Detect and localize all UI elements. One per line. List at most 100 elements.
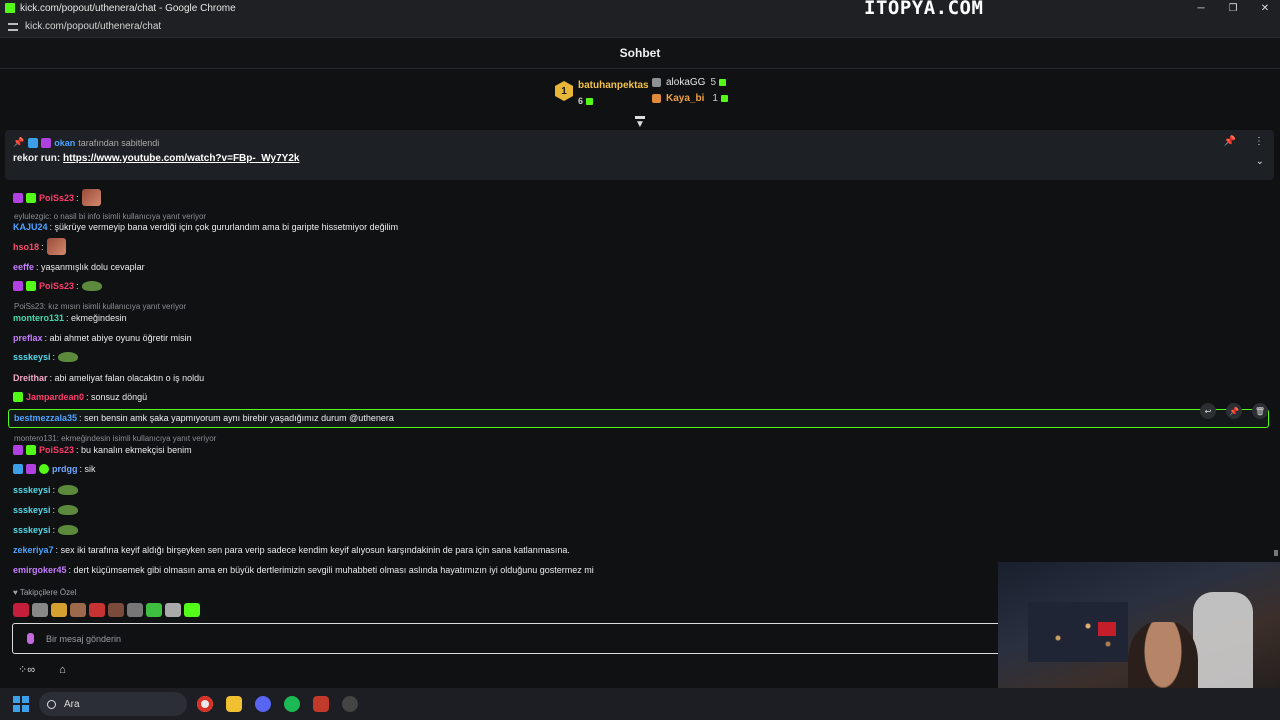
pin-message-icon[interactable]: 📌 (1226, 403, 1242, 419)
chat-input[interactable] (46, 633, 946, 644)
chat-username[interactable]: bestmezzala35 (14, 413, 77, 423)
emote-icon[interactable] (108, 603, 124, 617)
leaderboard-second[interactable]: alokaGG 5 (652, 77, 727, 88)
chat-username[interactable]: hso18 (13, 242, 39, 252)
pin-icon: 📌 (13, 137, 25, 147)
chat-username[interactable]: Jampardean0 (26, 392, 84, 402)
chat-username[interactable]: Dreithar (13, 373, 48, 383)
chat-username[interactable]: ssskeysi (13, 505, 51, 515)
chat-message[interactable]: Dreithar: abi ameliyat falan olacaktın o… (13, 373, 204, 383)
emote-image (46, 238, 66, 255)
expand-leaderboard-icon[interactable]: ▬ ▼ (634, 112, 646, 130)
chat-message[interactable]: emirgoker45: dert küçümsemek gibi olması… (13, 565, 594, 575)
turkish-flag (1098, 622, 1116, 636)
sub-badge-icon (26, 464, 36, 474)
quick-emote-icon[interactable]: ⁘∞ (18, 663, 35, 676)
unpin-icon[interactable]: 📌 (1224, 136, 1236, 147)
windows-start-icon[interactable] (13, 696, 29, 712)
delete-icon[interactable]: 🗑 (1252, 403, 1268, 419)
sub-badge-icon (41, 137, 52, 148)
minimize-icon[interactable]: ─ (1196, 3, 1206, 14)
emote-image (58, 505, 79, 515)
chat-message[interactable]: ssskeysi: (13, 485, 79, 495)
leaderboard-first[interactable]: 1 batuhanpektas 6 (555, 80, 649, 107)
restore-icon[interactable]: ❐ (1228, 3, 1238, 14)
app-icon[interactable] (313, 696, 329, 712)
more-options-icon[interactable]: ⋮ (1254, 136, 1264, 147)
taskbar-search[interactable]: Ara (39, 692, 187, 716)
search-icon (47, 699, 56, 709)
emote-icon[interactable] (51, 603, 67, 617)
chat-text: sik (84, 464, 96, 474)
chat-message[interactable]: ssskeysi: (13, 505, 79, 515)
emote-image (58, 352, 79, 362)
chat-message[interactable]: hso18: (13, 238, 66, 255)
chat-message[interactable]: preflax: abi ahmet abiye oyunu öğretir m… (13, 333, 192, 343)
chat-message[interactable]: montero131: ekmeğindesin (13, 313, 127, 323)
chat-username[interactable]: PoiSs23 (39, 445, 74, 455)
chat-text: sen bensin amk şaka yapmıyorum aynı bire… (84, 413, 394, 423)
emote-icon[interactable] (127, 603, 143, 617)
obs-icon[interactable] (342, 696, 358, 712)
emote-icon[interactable] (32, 603, 48, 617)
chat-message[interactable]: Jampardean0: sonsuz döngü (13, 392, 147, 402)
spotify-icon[interactable] (284, 696, 300, 712)
chat-username[interactable]: ssskeysi (13, 352, 51, 362)
reply-icon[interactable]: ↩ (1200, 403, 1216, 419)
pinned-by-user[interactable]: okan (54, 138, 75, 148)
sub-badge-icon (13, 445, 23, 455)
chat-username[interactable]: ssskeysi (13, 485, 51, 495)
reply-context: PoiSs23: kız mısın isimli kullanıcıya ya… (14, 302, 187, 311)
chat-username[interactable]: KAJU24 (13, 222, 48, 232)
chat-message[interactable]: ssskeysi: (13, 525, 79, 535)
address-bar[interactable]: kick.com/popout/uthenera/chat (0, 16, 1280, 38)
chat-username[interactable]: emirgoker45 (13, 565, 67, 575)
emote-image (58, 485, 79, 495)
chat-input-box[interactable] (12, 623, 1042, 654)
leaderboard-third[interactable]: Kaya_bi 1 (652, 93, 728, 104)
chevron-down-icon[interactable]: ⌄ (1256, 156, 1264, 167)
chat-message[interactable]: ssskeysi: (13, 352, 79, 362)
chat-username[interactable]: ssskeysi (13, 525, 51, 535)
scrollbar[interactable] (1274, 550, 1278, 556)
leaderboard-first-name: batuhanpektas (578, 80, 649, 91)
file-explorer-icon[interactable] (226, 696, 242, 712)
emote-icon[interactable] (146, 603, 162, 617)
emote-icon[interactable] (89, 603, 105, 617)
site-info-icon[interactable] (8, 22, 18, 31)
chat-username[interactable]: eeffe (13, 262, 34, 272)
discord-icon[interactable] (255, 696, 271, 712)
chat-username[interactable]: prdgg (52, 464, 78, 474)
chat-username[interactable]: zekeriya7 (13, 545, 54, 555)
emote-icon[interactable] (165, 603, 181, 617)
emote-icon[interactable] (13, 603, 29, 617)
emote-icon[interactable] (70, 603, 86, 617)
pinned-link[interactable]: https://www.youtube.com/watch?v=FBp-_Wy7… (63, 153, 299, 164)
chat-text: şükrüye vermeyip bana verdiği için çok g… (54, 222, 399, 232)
emote-image (58, 525, 79, 535)
gift-leaderboard: 1 batuhanpektas 6 alokaGG 5 Kaya_bi 1 ▬ ▼ (0, 70, 1280, 130)
window-controls: ─ ❐ ✕ (1196, 0, 1270, 16)
chat-text: bu kanalın ekmekçisi benim (81, 445, 192, 455)
chrome-icon[interactable] (197, 696, 213, 712)
chat-message[interactable]: zekeriya7: sex iki tarafına keyif aldığı… (13, 545, 570, 555)
microphone-icon[interactable] (27, 633, 34, 644)
chat-username[interactable]: preflax (13, 333, 43, 343)
chat-message[interactable]: PoiSs23: (13, 189, 101, 206)
chat-message-highlighted[interactable]: bestmezzala35: sen bensin amk şaka yapmı… (14, 413, 394, 423)
chat-message[interactable]: KAJU24: şükrüye vermeyip bana verdiği iç… (13, 222, 398, 232)
emote-icon[interactable] (184, 603, 200, 617)
chat-message[interactable]: eeffe: yaşanmışlık dolu cevaplar (13, 262, 145, 272)
chat-username[interactable]: montero131 (13, 313, 64, 323)
chat-username[interactable]: PoiSs23 (39, 281, 74, 291)
chat-message[interactable]: prdgg: sik (13, 464, 96, 474)
gifter-badge-icon (26, 192, 36, 203)
url-text[interactable]: kick.com/popout/uthenera/chat (25, 21, 161, 32)
chat-message[interactable]: PoiSs23: bu kanalın ekmekçisi benim (13, 445, 192, 455)
chat-message[interactable]: PoiSs23: (13, 281, 102, 291)
rank-badge-icon: 1 (555, 81, 573, 101)
chat-settings-icon[interactable]: ⌂ (59, 664, 66, 676)
pinned-prefix: rekor run: (13, 153, 64, 164)
chat-username[interactable]: PoiSs23 (39, 193, 74, 203)
close-icon[interactable]: ✕ (1260, 3, 1270, 14)
